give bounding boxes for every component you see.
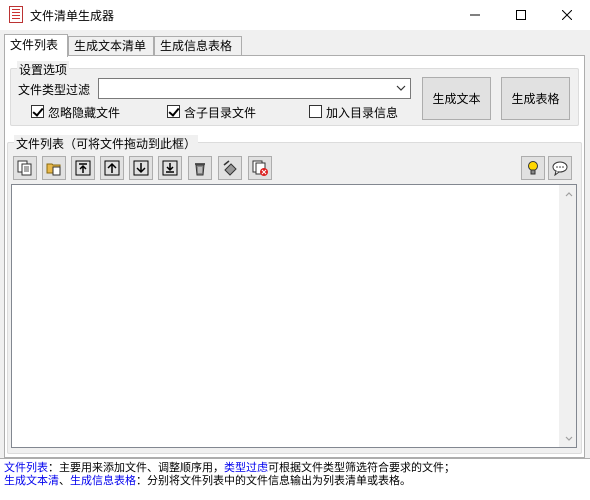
file-list-legend: 文件列表（可将文件拖动到此框） <box>14 135 199 152</box>
title-bar[interactable]: 文件清单生成器 <box>0 0 590 30</box>
help-text-area: 文件列表：主要用来添加文件、调整顺序用，类型过虑可根据文件类型筛选符合要求的文件… <box>0 458 590 500</box>
add-dir-info-label: 加入目录信息 <box>326 106 399 120</box>
include-subdirs-checkbox[interactable] <box>167 105 180 118</box>
close-button[interactable] <box>544 0 590 30</box>
help-term-type-filter: 类型过虑 <box>224 461 268 474</box>
chevron-down-icon <box>565 436 572 441</box>
help-term-generate-text: 生成文本清 <box>4 474 59 487</box>
help-separator: 、 <box>59 474 70 487</box>
delete-button[interactable] <box>188 156 212 180</box>
add-folder-button[interactable] <box>42 156 66 180</box>
ignore-hidden-label: 忽略隐藏文件 <box>48 106 121 120</box>
generate-table-button[interactable]: 生成表格 <box>501 77 570 120</box>
add-folder-icon <box>46 163 61 176</box>
chevron-up-icon <box>565 191 572 196</box>
file-type-filter-combo[interactable] <box>98 78 411 99</box>
remove-invalid-button[interactable] <box>248 156 272 180</box>
move-up-button[interactable] <box>100 156 124 180</box>
move-down-icon <box>133 160 149 176</box>
file-listbox[interactable] <box>11 184 577 448</box>
move-bottom-button[interactable] <box>158 156 182 180</box>
ignore-hidden-checkbox[interactable] <box>31 105 44 118</box>
add-dir-info-checkbox[interactable] <box>309 105 322 118</box>
tab-generate-info-table[interactable]: 生成信息表格 <box>154 36 242 56</box>
add-files-button[interactable] <box>13 156 37 180</box>
move-bottom-icon <box>162 160 178 176</box>
tab-generate-text-list[interactable]: 生成文本清单 <box>68 36 154 56</box>
filter-label: 文件类型过滤 <box>18 83 91 97</box>
help-line-1: 文件列表：主要用来添加文件、调整顺序用，类型过虑可根据文件类型筛选符合要求的文件… <box>4 461 586 474</box>
include-subdirs-label: 含子目录文件 <box>184 106 257 120</box>
maximize-button[interactable] <box>498 0 544 30</box>
tip-button[interactable] <box>521 156 545 180</box>
clear-list-icon <box>223 160 237 176</box>
move-top-button[interactable] <box>71 156 95 180</box>
chat-button[interactable] <box>548 156 572 180</box>
help-line-2: 生成文本清、生成信息表格：分别将文件列表中的文件信息输出为列表清单或表格。 <box>4 474 586 487</box>
help-text: 可根据文件类型筛选符合要求的文件； <box>268 461 455 474</box>
scroll-up-arrow[interactable] <box>560 185 577 202</box>
minimize-button[interactable] <box>452 0 498 30</box>
tab-file-list[interactable]: 文件列表 <box>4 34 68 57</box>
close-icon <box>562 10 572 20</box>
help-term-generate-table: 生成信息表格 <box>70 474 136 487</box>
tip-lightbulb-icon <box>528 161 538 175</box>
window-title: 文件清单生成器 <box>30 9 115 23</box>
move-down-button[interactable] <box>129 156 153 180</box>
clear-list-button[interactable] <box>218 156 242 180</box>
scroll-down-arrow[interactable] <box>560 430 577 447</box>
chevron-down-icon <box>396 85 406 91</box>
move-up-icon <box>104 160 120 176</box>
generate-text-button[interactable]: 生成文本 <box>422 77 491 120</box>
add-files-icon <box>17 160 32 176</box>
vertical-scrollbar[interactable] <box>559 185 576 447</box>
delete-icon <box>195 163 205 176</box>
help-term-file-list: 文件列表 <box>4 461 48 474</box>
maximize-icon <box>516 10 526 20</box>
minimize-icon <box>470 14 480 16</box>
chat-bubble-icon <box>552 161 568 176</box>
settings-legend: 设置选项 <box>17 61 70 78</box>
help-text: ：主要用来添加文件、调整顺序用， <box>48 461 224 474</box>
remove-invalid-icon <box>252 160 268 176</box>
help-text: ：分别将文件列表中的文件信息输出为列表清单或表格。 <box>136 474 411 487</box>
document-list-icon <box>9 6 23 23</box>
move-top-icon <box>75 160 91 176</box>
